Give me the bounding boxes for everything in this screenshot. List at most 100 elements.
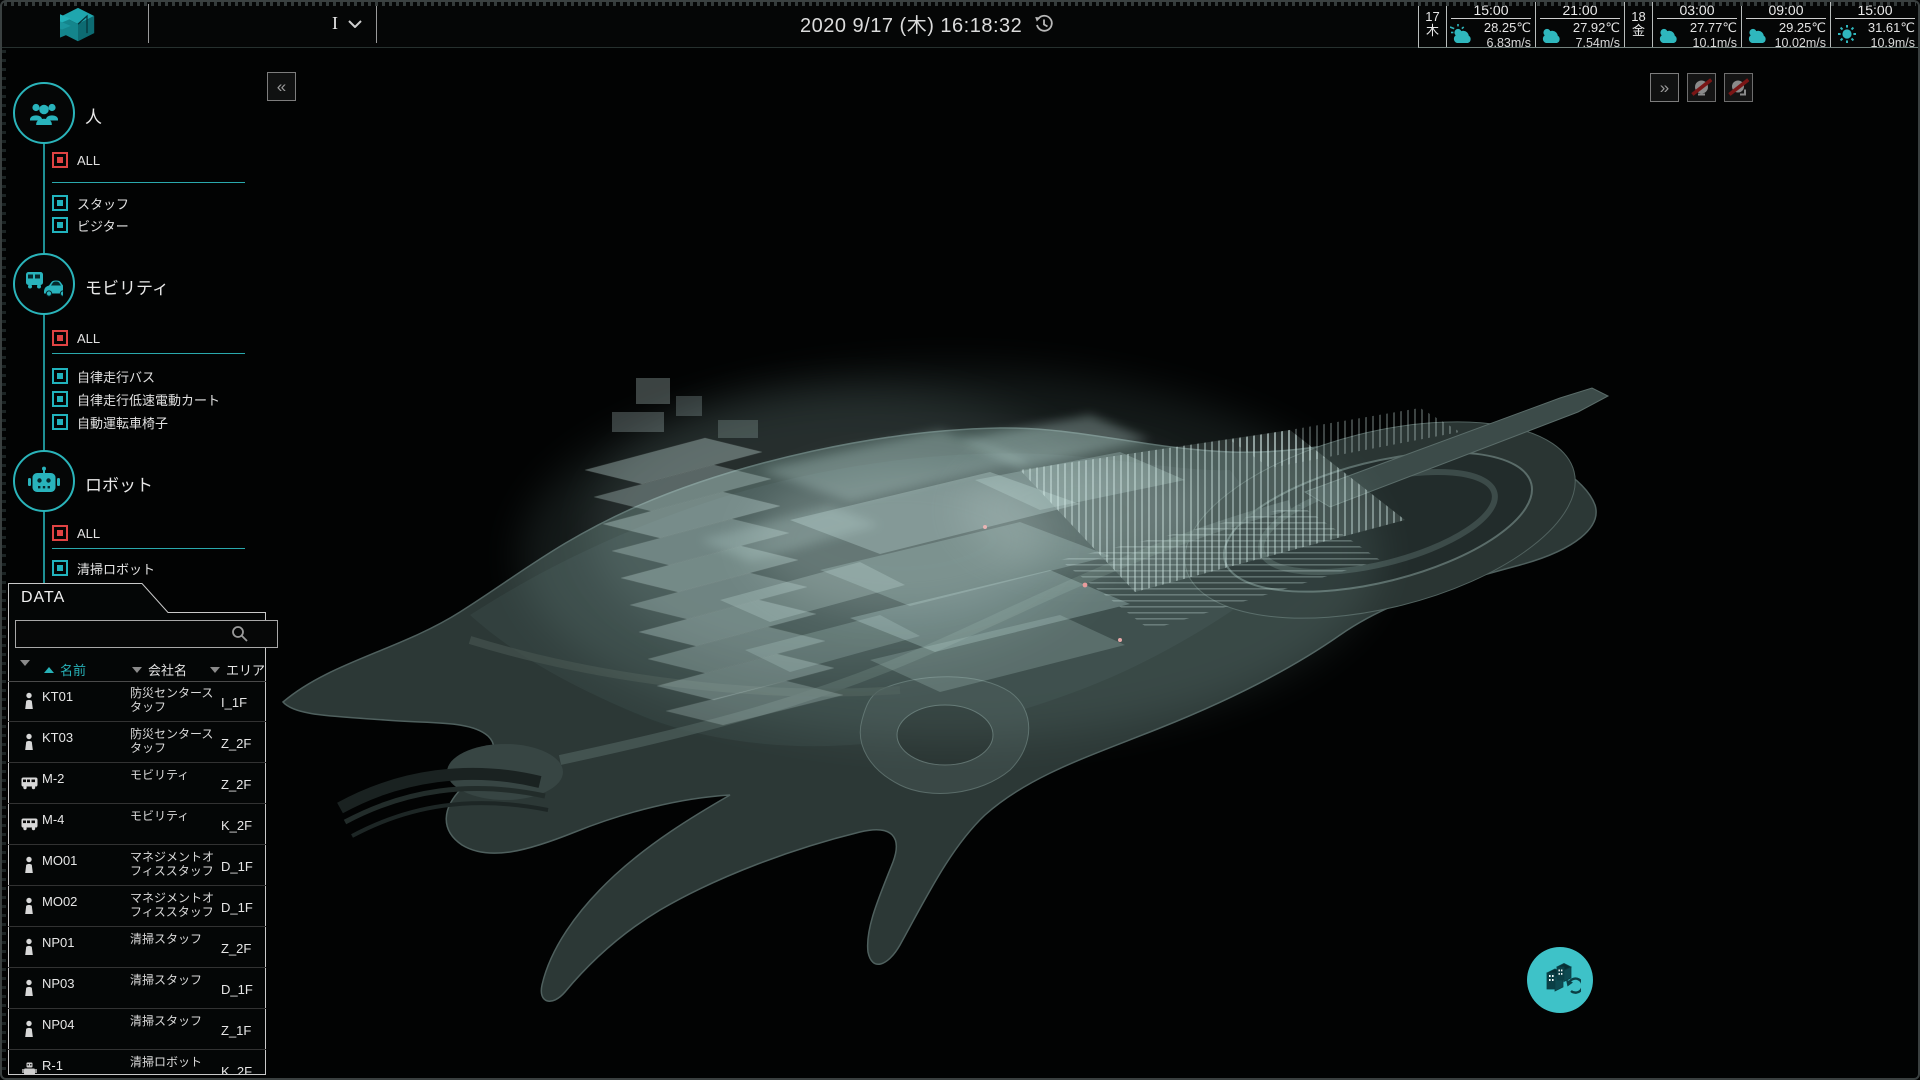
- bus-icon: [20, 777, 38, 790]
- entity-company: 清掃スタッフ: [130, 973, 216, 987]
- forecast-slot: 03:00 27.77℃ 10.1m/s: [1653, 1, 1741, 47]
- entity-name: M-2: [42, 771, 64, 786]
- table-row[interactable]: NP04 清掃スタッフ Z_1F: [8, 1009, 266, 1050]
- sort-desc-icon: [210, 667, 220, 673]
- table-row[interactable]: NP03 清掃スタッフ D_1F: [8, 968, 266, 1009]
- bus-icon: [20, 818, 38, 831]
- forecast-slot: 21:00 27.92℃ 7.54m/s: [1535, 1, 1624, 47]
- entity-name: R-1: [42, 1058, 63, 1073]
- table-row[interactable]: MO01 マネジメントオフィススタッフ D_1F: [8, 845, 266, 886]
- sort-asc-icon: [44, 667, 54, 673]
- checkbox-checked[interactable]: [52, 195, 68, 211]
- overlay-toggle-button-1[interactable]: [1687, 73, 1716, 102]
- partly-cloudy-icon: [1656, 23, 1683, 44]
- table-row[interactable]: R-1 清掃ロボット K_2F: [8, 1050, 266, 1074]
- entity-name: NP04: [42, 1017, 75, 1032]
- table-row[interactable]: KT03 防災センタースタッフ Z_2F: [8, 722, 266, 763]
- datetime-label: 2020 9/17 (木) 16:18:32: [800, 9, 1022, 38]
- category-robot-button[interactable]: [13, 450, 75, 512]
- checkbox-checked-red[interactable]: [52, 525, 68, 541]
- filter-people-all[interactable]: ALL: [52, 152, 100, 168]
- entity-area: K_2F: [221, 1064, 252, 1074]
- table-row[interactable]: NP01 清掃スタッフ Z_2F: [8, 927, 266, 968]
- entity-company: 清掃スタッフ: [130, 1014, 216, 1028]
- day-date: 17: [1425, 10, 1439, 24]
- building-complex: [520, 370, 1460, 740]
- app-logo-icon: [56, 7, 100, 43]
- history-clock-icon[interactable]: [1034, 14, 1054, 34]
- checkbox-checked[interactable]: [52, 391, 68, 407]
- entity-area: Z_2F: [221, 736, 251, 751]
- sidebar-collapse-button[interactable]: «: [267, 72, 296, 101]
- entity-area: I_1F: [221, 695, 247, 710]
- entity-area: D_1F: [221, 900, 253, 915]
- robot-icon: [27, 466, 61, 496]
- column-header-name[interactable]: 名前: [44, 660, 86, 679]
- reset-view-button[interactable]: [1527, 947, 1593, 1013]
- view-mode-select[interactable]: I: [332, 0, 362, 47]
- filter-people-visitor[interactable]: ビジター: [52, 217, 129, 233]
- filter-all-dropdown[interactable]: [20, 660, 30, 666]
- table-row[interactable]: M-2 モビリティ Z_2F: [8, 763, 266, 804]
- column-header-company[interactable]: 会社名: [132, 660, 187, 679]
- checkbox-checked[interactable]: [52, 414, 68, 430]
- day-weekday: 金: [1632, 24, 1645, 38]
- entity-company: モビリティ: [130, 768, 216, 782]
- data-table-body: KT01 防災センタースタッフ I_1F KT03 防災センタースタッフ Z_2…: [8, 681, 266, 1074]
- filter-robot-cleaning[interactable]: 清掃ロボット: [52, 560, 155, 576]
- table-row[interactable]: MO02 マネジメントオフィススタッフ D_1F: [8, 886, 266, 927]
- filter-mobility-all[interactable]: ALL: [52, 330, 100, 346]
- chevron-down-icon: [348, 20, 362, 28]
- filter-robot-all[interactable]: ALL: [52, 525, 100, 541]
- mobility-icon: [25, 271, 63, 297]
- person-icon: [20, 693, 38, 710]
- checkbox-checked[interactable]: [52, 368, 68, 384]
- filter-label: ALL: [77, 526, 100, 541]
- data-panel: DATA 名前 会社名 エリア KT01 防災センタースタッフ I_1F KT0…: [8, 583, 266, 1075]
- entity-area: K_2F: [221, 818, 252, 833]
- table-header: 名前 会社名 エリア: [8, 655, 266, 682]
- filter-label: ビジター: [77, 216, 129, 235]
- partly-cloudy-icon: [1450, 23, 1477, 44]
- entity-name: M-4: [42, 812, 64, 827]
- topbar-divider: [148, 4, 149, 43]
- column-header-area[interactable]: エリア: [210, 660, 265, 679]
- checkbox-checked[interactable]: [52, 560, 68, 576]
- checkbox-checked-red[interactable]: [52, 152, 68, 168]
- forecast-slot: 15:00 31.61℃ 10.9m/s: [1830, 1, 1919, 47]
- entity-company: モビリティ: [130, 809, 216, 823]
- top-bar: I 2020 9/17 (木) 16:18:32 17 木 15:00 28.2…: [0, 0, 1920, 48]
- weather-day-label: 17 木: [1419, 1, 1447, 47]
- partly-cloudy-icon: [1745, 23, 1772, 44]
- data-panel-title: DATA: [21, 589, 65, 607]
- filter-mobility-wheelchair[interactable]: 自動運転車椅子: [52, 414, 168, 430]
- filter-people-staff[interactable]: スタッフ: [52, 195, 129, 211]
- entity-area: D_1F: [221, 982, 253, 997]
- panel-expand-button[interactable]: »: [1650, 73, 1679, 102]
- filter-mobility-cart[interactable]: 自律走行低速電動カート: [52, 391, 220, 407]
- datetime-display: 2020 9/17 (木) 16:18:32: [800, 0, 1054, 47]
- 3d-viewport[interactable]: [0, 0, 1920, 1080]
- people-icon: [26, 99, 62, 127]
- filter-mobility-bus[interactable]: 自律走行バス: [52, 368, 155, 384]
- entity-name: NP01: [42, 935, 75, 950]
- entity-name: KT03: [42, 730, 73, 745]
- checkbox-checked-red[interactable]: [52, 330, 68, 346]
- overlay-toggle-button-2[interactable]: [1724, 73, 1753, 102]
- category-people-button[interactable]: [13, 82, 75, 144]
- person-icon: [20, 898, 38, 915]
- table-row[interactable]: KT01 防災センタースタッフ I_1F: [8, 681, 266, 722]
- entity-company: 清掃ロボット: [130, 1055, 216, 1069]
- column-label: 会社名: [148, 660, 187, 679]
- table-row[interactable]: M-4 モビリティ K_2F: [8, 804, 266, 845]
- column-label: エリア: [226, 660, 265, 679]
- chevron-down-icon: [20, 660, 30, 666]
- search-icon: [231, 625, 248, 642]
- entity-company: マネジメントオフィススタッフ: [130, 891, 216, 919]
- sunny-icon: [1834, 23, 1861, 44]
- category-mobility-button[interactable]: [13, 253, 75, 315]
- entity-company: 清掃スタッフ: [130, 932, 216, 946]
- view-mode-value: I: [332, 13, 338, 34]
- sort-desc-icon: [132, 667, 142, 673]
- checkbox-checked[interactable]: [52, 217, 68, 233]
